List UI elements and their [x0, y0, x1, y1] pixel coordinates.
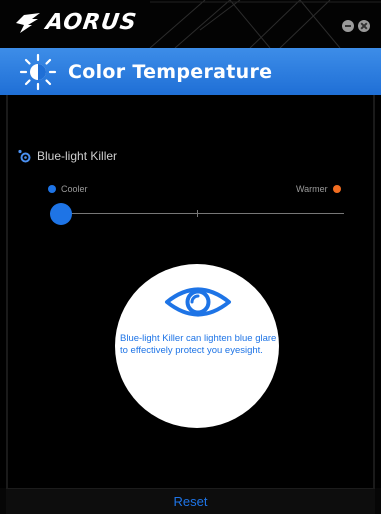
info-message: Blue-light Killer can lighten blue glare… [120, 333, 277, 356]
warmer-label: Warmer [296, 184, 341, 194]
page-header: Color Temperature [0, 48, 381, 95]
sun-icon [19, 53, 57, 90]
cooler-dot [48, 185, 56, 193]
color-temperature-slider[interactable] [50, 203, 344, 225]
cooler-text: Cooler [61, 184, 88, 194]
minimize-button[interactable] [342, 20, 354, 32]
slider-thumb[interactable] [50, 203, 72, 225]
aorus-logo: AORUS [14, 10, 139, 35]
app-window: AORUS Color Temperature Blue-light Kille… [0, 0, 381, 514]
blue-light-icon [18, 149, 31, 163]
footer-bar: Reset [6, 488, 375, 514]
close-button[interactable] [358, 20, 370, 32]
right-border [373, 95, 375, 488]
feature-label: Blue-light Killer [37, 149, 118, 163]
blue-light-killer-row: Blue-light Killer [17, 149, 117, 163]
page-title: Color Temperature [68, 60, 273, 83]
reset-button[interactable]: Reset [174, 494, 208, 509]
eagle-icon [16, 12, 40, 33]
eye-icon [165, 287, 231, 317]
brand-name: AORUS [44, 10, 139, 35]
info-panel: Blue-light Killer can lighten blue glare… [115, 264, 279, 428]
warmer-text: Warmer [296, 184, 328, 194]
cooler-label: Cooler [48, 184, 88, 194]
left-border [6, 95, 8, 488]
slider-center-tick [197, 210, 198, 217]
title-bar: AORUS [0, 0, 381, 48]
warmer-dot [332, 185, 341, 193]
